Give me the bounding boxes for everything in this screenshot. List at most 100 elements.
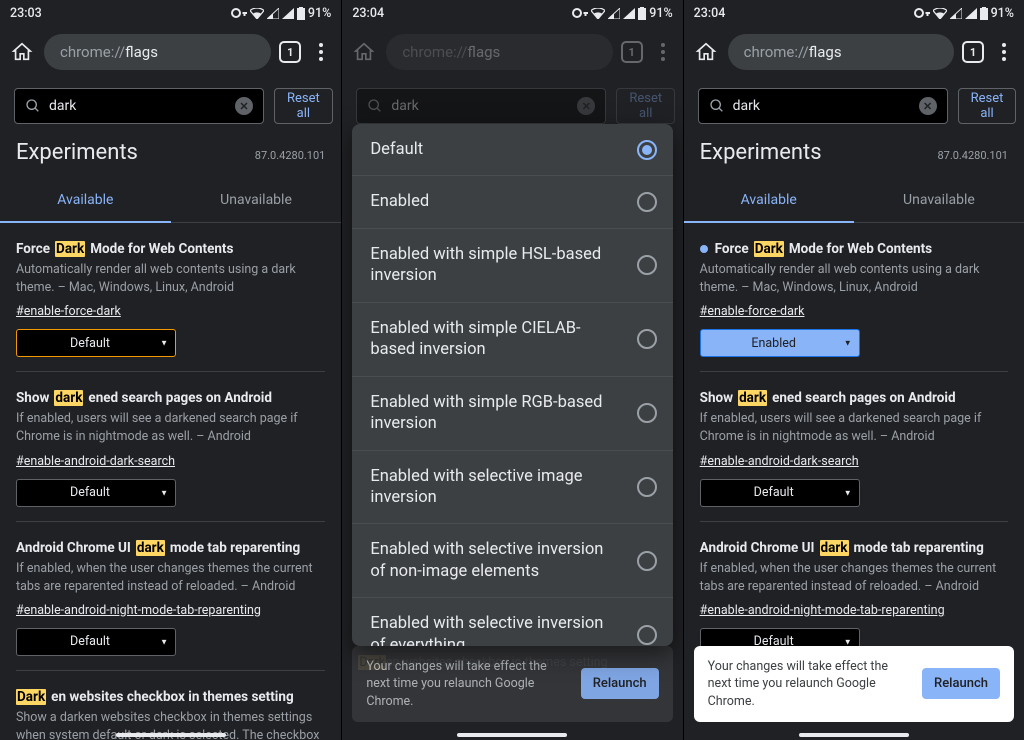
radio-icon bbox=[637, 551, 657, 571]
signal-1-icon bbox=[950, 8, 962, 19]
wifi-icon bbox=[250, 8, 264, 19]
status-icons: 91% bbox=[572, 6, 672, 21]
option-sel-nonimage[interactable]: Enabled with selective inversion of non-… bbox=[352, 524, 672, 598]
flag-tabs: Available Unavailable bbox=[0, 179, 341, 223]
nav-pill[interactable] bbox=[799, 733, 909, 737]
page-title: Experiments bbox=[16, 140, 138, 165]
option-sel-everything[interactable]: Enabled with selective inversion of ever… bbox=[352, 598, 672, 646]
search-box[interactable]: ✕ bbox=[14, 88, 264, 124]
flag-link[interactable]: #enable-android-night-mode-tab-reparenti… bbox=[16, 603, 261, 618]
battery-icon bbox=[980, 7, 988, 20]
version: 87.0.4280.101 bbox=[255, 149, 326, 162]
relaunch-snackbar: Your changes will take effect the next t… bbox=[694, 646, 1014, 723]
flag-link[interactable]: #enable-force-dark bbox=[700, 304, 805, 319]
search-box[interactable]: ✕ bbox=[698, 88, 948, 124]
reset-button[interactable]: Reset all bbox=[958, 88, 1017, 124]
option-rgb[interactable]: Enabled with simple RGB-based inversion bbox=[352, 377, 672, 451]
tab-switcher[interactable]: 1 bbox=[621, 41, 643, 63]
search-icon bbox=[709, 98, 725, 114]
relaunch-button[interactable]: Relaunch bbox=[922, 668, 1000, 699]
signal-2-icon bbox=[623, 8, 635, 19]
search-input[interactable] bbox=[733, 98, 911, 114]
tab-unavailable[interactable]: Unavailable bbox=[171, 179, 342, 222]
menu-icon[interactable] bbox=[309, 43, 333, 61]
flag-select[interactable]: Enabled bbox=[700, 329, 860, 357]
option-hsl[interactable]: Enabled with simple HSL-based inversion bbox=[352, 229, 672, 303]
search-input[interactable] bbox=[49, 98, 227, 114]
radio-icon bbox=[637, 255, 657, 275]
menu-icon[interactable] bbox=[992, 43, 1016, 61]
tab-available[interactable]: Available bbox=[684, 179, 854, 223]
flag-dark-search: Show darkened search pages on Android If… bbox=[16, 372, 325, 521]
radio-icon bbox=[637, 625, 657, 645]
battery-icon bbox=[638, 7, 646, 20]
clear-icon[interactable]: ✕ bbox=[235, 97, 253, 115]
signal-2-icon bbox=[282, 8, 294, 19]
status-icons: 91% bbox=[231, 6, 331, 21]
battery-pct: 91% bbox=[991, 6, 1014, 21]
menu-icon[interactable] bbox=[651, 43, 675, 61]
flag-force-dark: Force Dark Mode for Web Contents Automat… bbox=[700, 223, 1008, 372]
address-bar[interactable]: chrome://flags bbox=[44, 34, 271, 70]
relaunch-button[interactable]: Relaunch bbox=[581, 668, 659, 699]
battery-pct: 91% bbox=[649, 6, 672, 21]
address-bar[interactable]: chrome://flags bbox=[386, 34, 612, 70]
flag-link[interactable]: #enable-force-dark bbox=[16, 304, 121, 319]
home-icon[interactable] bbox=[692, 38, 720, 66]
home-icon[interactable] bbox=[350, 38, 378, 66]
clock: 23:04 bbox=[694, 6, 726, 21]
flag-force-dark: Force Dark Mode for Web Contents Automat… bbox=[16, 223, 325, 372]
flag-link[interactable]: #enable-android-night-mode-tab-reparenti… bbox=[700, 603, 945, 618]
option-sel-image[interactable]: Enabled with selective image inversion bbox=[352, 451, 672, 525]
flag-select[interactable]: Default bbox=[16, 628, 176, 656]
options-dialog: Default Enabled Enabled with simple HSL-… bbox=[352, 124, 672, 646]
flag-link[interactable]: #enable-android-dark-search bbox=[700, 454, 859, 469]
vpn-icon bbox=[572, 8, 588, 18]
signal-1-icon bbox=[267, 8, 279, 19]
wifi-icon bbox=[933, 8, 947, 19]
radio-icon bbox=[637, 329, 657, 349]
status-bar: 23:03 91% bbox=[0, 0, 341, 26]
flag-dark-search: Show darkened search pages on Android If… bbox=[700, 372, 1008, 521]
radio-icon bbox=[637, 140, 657, 160]
flag-list: Force Dark Mode for Web Contents Automat… bbox=[0, 223, 341, 740]
vpn-icon bbox=[914, 8, 930, 18]
flag-select[interactable]: Default bbox=[16, 479, 176, 507]
status-bar: 23:04 91% bbox=[342, 0, 682, 26]
nav-pill[interactable] bbox=[116, 733, 226, 737]
clear-icon[interactable]: ✕ bbox=[919, 97, 937, 115]
flag-tab-reparenting: Android Chrome UI dark mode tab reparent… bbox=[16, 522, 325, 671]
signal-1-icon bbox=[608, 8, 620, 19]
screenshot-middle: 23:04 91% chrome://flags1 ✕Reset all Dar… bbox=[341, 0, 682, 740]
url-bar: chrome://flags 1 bbox=[0, 26, 341, 78]
tab-available[interactable]: Available bbox=[0, 179, 171, 223]
flag-darken-checkbox: Darken websites checkbox in themes setti… bbox=[16, 671, 325, 740]
home-icon[interactable] bbox=[8, 38, 36, 66]
clock: 23:04 bbox=[352, 6, 384, 21]
page-title: Experiments bbox=[700, 140, 822, 165]
option-enabled[interactable]: Enabled bbox=[352, 176, 672, 228]
screenshot-left: 23:03 91% chrome://flags 1 ✕ Reset all E… bbox=[0, 0, 341, 740]
reset-button[interactable]: Reset all bbox=[274, 88, 333, 124]
flag-select[interactable]: Default bbox=[700, 479, 860, 507]
flag-select[interactable]: Default bbox=[16, 329, 176, 357]
option-cielab[interactable]: Enabled with simple CIELAB-based inversi… bbox=[352, 303, 672, 377]
version: 87.0.4280.101 bbox=[937, 149, 1008, 162]
nav-pill[interactable] bbox=[457, 733, 567, 737]
wifi-icon bbox=[591, 8, 605, 19]
experiments-header: Experiments 87.0.4280.101 bbox=[0, 134, 341, 179]
tab-switcher[interactable]: 1 bbox=[279, 41, 301, 63]
radio-icon bbox=[637, 192, 657, 212]
status-icons: 91% bbox=[914, 6, 1014, 21]
radio-icon bbox=[637, 403, 657, 423]
clock: 23:03 bbox=[10, 6, 42, 21]
vpn-icon bbox=[231, 8, 247, 18]
status-bar: 23:04 91% bbox=[684, 0, 1024, 26]
relaunch-snackbar: Your changes will take effect the next t… bbox=[352, 646, 672, 723]
flag-link[interactable]: #enable-android-dark-search bbox=[16, 454, 175, 469]
option-default[interactable]: Default bbox=[352, 124, 672, 176]
address-bar[interactable]: chrome://flags bbox=[728, 34, 954, 70]
tab-switcher[interactable]: 1 bbox=[962, 41, 984, 63]
tab-unavailable[interactable]: Unavailable bbox=[854, 179, 1024, 222]
search-row: ✕ Reset all bbox=[0, 78, 341, 134]
